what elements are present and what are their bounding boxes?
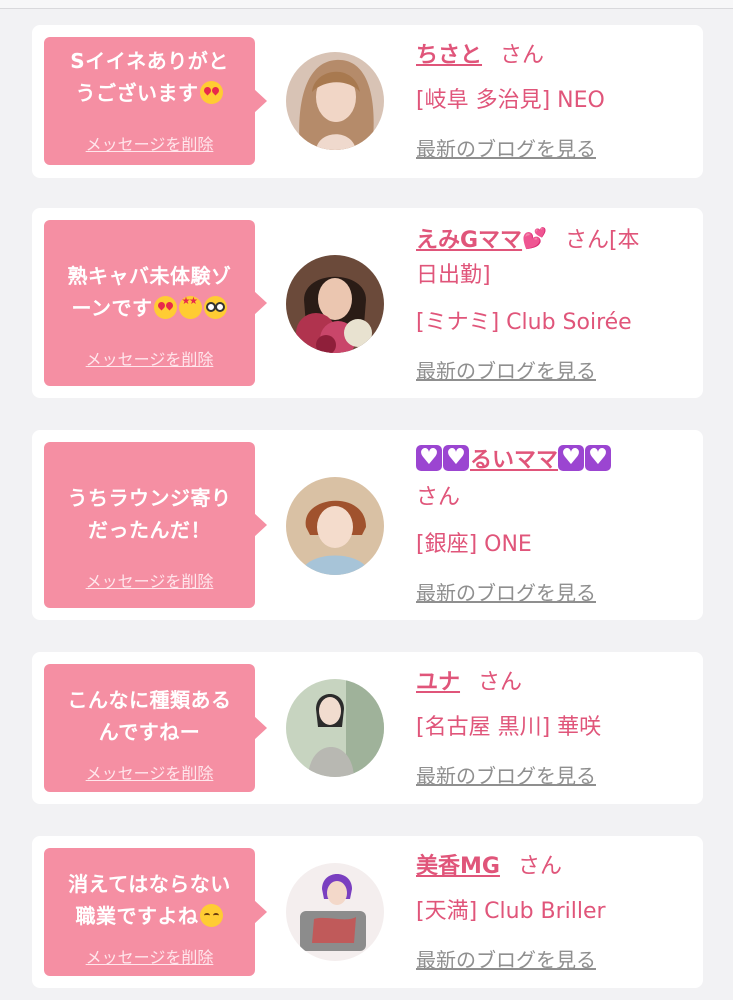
honorific: さん: [478, 670, 523, 695]
profile-name-link[interactable]: ちさと: [416, 43, 482, 68]
message-card: 熟キャバ未体験ゾ ーンです メッセージを削除 えみGママ💕 さん[本 日出勤] […: [32, 208, 703, 398]
shop-location: [銀座] ONE: [416, 532, 532, 557]
avatar[interactable]: [286, 477, 384, 575]
profile-name-line: るいママ: [416, 445, 696, 476]
profile-name-link[interactable]: 美香MG: [416, 854, 500, 879]
honorific: さん[本: [564, 228, 640, 253]
message-line: 消えてはならない: [68, 872, 231, 896]
delete-message-link[interactable]: メッセージを削除: [44, 346, 255, 370]
latest-blog-link[interactable]: 最新のブログを見る: [416, 944, 596, 973]
purple-heart-icon: [585, 445, 612, 471]
avatar-photo: [286, 255, 384, 353]
honorific: さん: [416, 485, 461, 510]
message-bubble: 消えてはならない 職業ですよね メッセージを削除: [44, 848, 267, 976]
shop-location: [ミナミ] Club Soirée: [416, 310, 632, 335]
message-card: Sイイネありがと うございます メッセージを削除 ちさと さん [岐阜 多治見] …: [32, 25, 703, 178]
message-line: こんなに種類ある: [67, 688, 232, 712]
avatar[interactable]: [286, 679, 384, 777]
message-card: こんなに種類ある んですねー メッセージを削除 ユナ さん [名古屋 黒川] 華咲…: [32, 652, 703, 804]
heart-eyes-emoji-icon: [199, 81, 223, 104]
delete-message-link[interactable]: メッセージを削除: [44, 760, 255, 784]
profile-name-line: えみGママ💕 さん[本: [416, 223, 696, 256]
avatar[interactable]: [286, 863, 384, 961]
honorific: さん: [500, 43, 545, 68]
message-bubble: 熟キャバ未体験ゾ ーンです メッセージを削除: [44, 220, 267, 386]
message-line: んですねー: [98, 720, 201, 744]
message-bubble: こんなに種類ある んですねー メッセージを削除: [44, 664, 267, 792]
delete-message-link[interactable]: メッセージを削除: [44, 568, 255, 592]
avatar[interactable]: [286, 255, 384, 353]
message-line: Sイイネありがと: [70, 49, 229, 73]
top-divider: [0, 0, 733, 9]
avatar-photo: [286, 52, 384, 150]
purple-heart-icon: [558, 445, 585, 471]
shop-location: [天満] Club Briller: [416, 899, 606, 924]
message-line: 熟キャバ未体験ゾ: [67, 264, 232, 288]
latest-blog-link[interactable]: 最新のブログを見る: [416, 133, 596, 162]
message-bubble: うちラウンジ寄り だったんだ！ メッセージを削除: [44, 442, 267, 608]
message-text: こんなに種類ある んですねー: [44, 684, 255, 748]
relieved-face-emoji-icon: [199, 904, 223, 927]
heart-eyes-emoji-icon: [153, 296, 177, 319]
shop-location: [名古屋 黒川] 華咲: [416, 715, 602, 740]
nerd-face-emoji-icon: [203, 296, 227, 319]
message-card: 消えてはならない 職業ですよね メッセージを削除 美香MG さん [天満] Clu…: [32, 836, 703, 988]
shop-location: [岐阜 多治見] NEO: [416, 88, 605, 113]
message-bubble: Sイイネありがと うございます メッセージを削除: [44, 37, 267, 165]
avatar-photo: [286, 477, 384, 575]
profile-name-link[interactable]: ユナ: [416, 670, 460, 695]
two-hearts-icon: 💕: [522, 226, 547, 250]
profile-name-text: るいママ: [470, 448, 559, 473]
message-line: うちラウンジ寄り: [67, 486, 232, 510]
profile-name-link[interactable]: るいママ: [416, 445, 612, 473]
message-text: 消えてはならない 職業ですよね: [44, 868, 255, 932]
purple-heart-icon: [443, 445, 469, 471]
message-text: 熟キャバ未体験ゾ ーンです: [44, 260, 255, 324]
delete-message-link[interactable]: メッセージを削除: [44, 131, 255, 155]
purple-heart-icon: [416, 445, 442, 471]
avatar-photo: [286, 679, 384, 777]
profile-name-text: えみGママ: [416, 228, 523, 253]
message-text: Sイイネありがと うございます: [44, 45, 255, 109]
profile-name-link[interactable]: えみGママ💕: [416, 226, 547, 253]
message-line: 職業ですよね: [75, 904, 199, 928]
message-line: だったんだ！: [88, 518, 211, 542]
avatar-photo: [286, 863, 384, 961]
latest-blog-link[interactable]: 最新のブログを見る: [416, 760, 596, 789]
latest-blog-link[interactable]: 最新のブログを見る: [416, 577, 596, 606]
honorific: さん: [517, 854, 562, 879]
message-line: うございます: [75, 81, 199, 105]
profile-name-line: 美香MG さん: [416, 851, 696, 882]
message-text: うちラウンジ寄り だったんだ！: [44, 482, 255, 546]
delete-message-link[interactable]: メッセージを削除: [44, 944, 255, 968]
latest-blog-link[interactable]: 最新のブログを見る: [416, 355, 596, 384]
star-struck-emoji-icon: [178, 296, 202, 319]
profile-name-line: ユナ さん: [416, 667, 696, 698]
message-card: うちラウンジ寄り だったんだ！ メッセージを削除 るいママ さん [銀座] ON…: [32, 430, 703, 620]
avatar[interactable]: [286, 52, 384, 150]
message-line: ーンです: [71, 296, 153, 320]
honorific-continued: 日出勤]: [416, 263, 491, 288]
profile-name-line: ちさと さん: [416, 40, 696, 71]
